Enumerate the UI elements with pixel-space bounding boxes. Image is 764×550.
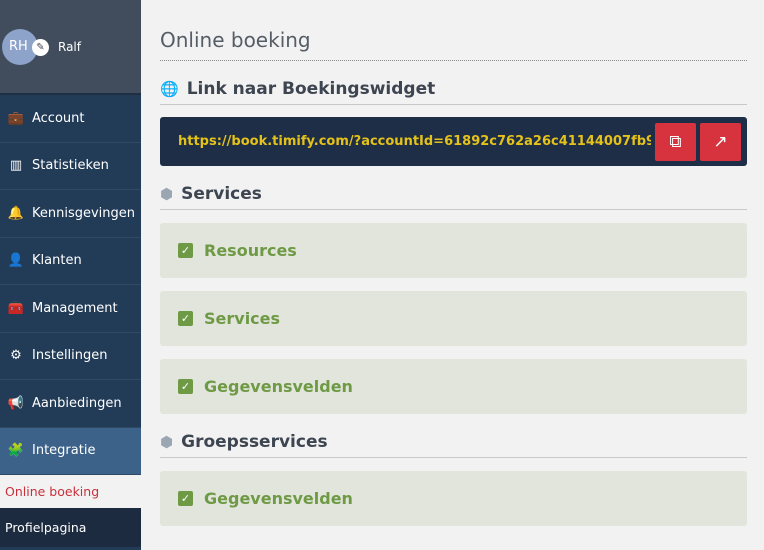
sidebar-item-management[interactable]: 🧰 Management: [0, 285, 141, 333]
item-label: Services: [204, 309, 281, 328]
checkbox-checked-icon[interactable]: ✓: [178, 311, 193, 326]
label: Klanten: [32, 253, 82, 269]
sidebar-item-account[interactable]: 💼 Account: [0, 95, 141, 143]
sidebar-item-instellingen[interactable]: ⚙ Instellingen: [0, 333, 141, 380]
sidebar-item-statistieken[interactable]: ▥ Statistieken: [0, 143, 141, 190]
avatar[interactable]: RH ✎: [2, 28, 49, 65]
megaphone-icon: 📢: [7, 395, 25, 411]
heading-text: Services: [181, 183, 262, 204]
globe-icon: 🌐: [160, 79, 179, 98]
toolbox-icon: 🧰: [7, 300, 25, 316]
sidebar-item-klanten[interactable]: 👤 Klanten: [0, 238, 141, 285]
copy-icon: ⧉: [669, 131, 682, 152]
cube-icon: ⬢: [160, 432, 174, 451]
page-title: Online boeking: [160, 28, 747, 61]
widget-url[interactable]: https://book.timify.com/?accountId=61892…: [178, 134, 651, 149]
user-icon: 👤: [7, 253, 25, 269]
gears-icon: ⚙: [10, 348, 22, 364]
item-label: Resources: [204, 241, 297, 260]
sidebar-item-kennisgevingen[interactable]: 🔔 Kennisgevingen: [0, 190, 141, 238]
section-widget-heading: 🌐 Link naar Boekingswidget: [160, 73, 747, 105]
puzzle-icon: 🧩: [7, 443, 25, 459]
services-item-services[interactable]: ✓ Services: [160, 291, 747, 346]
user-name: Ralf: [58, 39, 81, 54]
checkbox-checked-icon[interactable]: ✓: [178, 243, 193, 258]
subitem-online-boeking[interactable]: Online boeking: [0, 475, 141, 508]
group-item-gegevensvelden[interactable]: ✓ Gegevensvelden: [160, 471, 747, 526]
external-link-icon: ↗: [713, 131, 728, 152]
item-label: Gegevensvelden: [204, 489, 353, 508]
services-item-gegevensvelden[interactable]: ✓ Gegevensvelden: [160, 359, 747, 414]
label: Instellingen: [32, 348, 108, 364]
label: Account: [32, 110, 85, 126]
cube-icon: ⬢: [160, 184, 174, 203]
subitem-profielpagina[interactable]: Profielpagina: [0, 508, 141, 547]
profile[interactable]: RH ✎ Ralf: [0, 0, 141, 95]
sidebar: RH ✎ Ralf 💼 Account ▥ Statistieken 🔔 Kennisg…: [0, 0, 141, 550]
copy-button[interactable]: ⧉: [655, 122, 696, 161]
section-group-heading: ⬢ Groepsservices: [160, 426, 747, 458]
sidebar-item-aanbiedingen[interactable]: 📢 Aanbiedingen: [0, 380, 141, 428]
label: Kennisgevingen: [32, 205, 136, 221]
checkbox-checked-icon[interactable]: ✓: [178, 491, 193, 506]
bell-icon: 🔔: [7, 205, 25, 221]
heading-text: Link naar Boekingswidget: [186, 78, 436, 99]
services-item-resources[interactable]: ✓ Resources: [160, 223, 747, 278]
label: Integratie: [32, 443, 96, 459]
label: Aanbiedingen: [32, 395, 122, 411]
avatar-initials: RH: [9, 39, 28, 54]
widget-link-box: https://book.timify.com/?accountId=61892…: [160, 117, 747, 166]
sidebar-item-integratie[interactable]: 🧩 Integratie: [0, 427, 141, 475]
briefcase-icon: 💼: [7, 110, 25, 126]
edit-pencil-icon[interactable]: ✎: [32, 38, 49, 56]
section-services-heading: ⬢ Services: [160, 178, 747, 210]
main-content: Online boeking 🌐 Link naar Boekingswidget…: [160, 0, 747, 526]
item-label: Gegevensvelden: [204, 377, 353, 396]
bar-chart-icon: ▥: [9, 158, 23, 174]
label: Statistieken: [32, 158, 109, 174]
open-external-button[interactable]: ↗: [700, 122, 741, 161]
heading-text: Groepsservices: [181, 431, 328, 452]
label: Management: [32, 300, 118, 316]
checkbox-checked-icon[interactable]: ✓: [178, 379, 193, 394]
